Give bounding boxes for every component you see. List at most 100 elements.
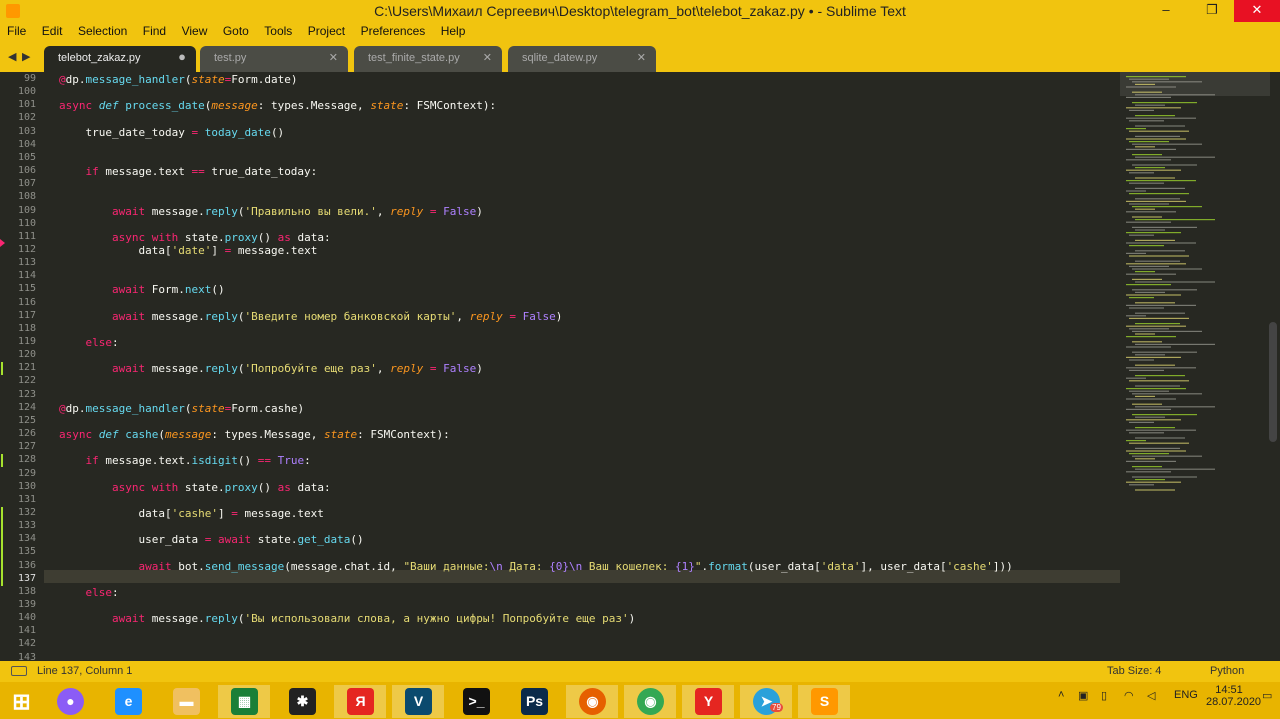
code-line[interactable]: await message.reply('Введите номер банко…: [59, 310, 562, 323]
menu-view[interactable]: View: [182, 22, 208, 38]
code-line[interactable]: user_data = await state.get_data(): [59, 533, 363, 546]
menu-project[interactable]: Project: [308, 22, 345, 38]
code-editor[interactable]: 99 100 101 102 103 104 105 106 107 108 109 110 111 11…: [0, 72, 1280, 661]
restore-button[interactable]: ❐: [1192, 0, 1232, 22]
tab-size-indicator[interactable]: Tab Size: 4: [1107, 665, 1161, 677]
alice-assistant-taskbar-button[interactable]: ●: [44, 685, 96, 718]
menu-goto[interactable]: Goto: [223, 22, 249, 38]
tab-forward-icon[interactable]: ▶: [22, 50, 30, 63]
code-line[interactable]: async with state.proxy() as data:: [59, 231, 331, 244]
line-number: 138: [17, 585, 36, 597]
line-number: 107: [17, 178, 36, 190]
tab-test-finite-state[interactable]: test_finite_state.py ✕: [354, 46, 502, 72]
yandex-taskbar-button[interactable]: Y: [682, 685, 734, 718]
code-line[interactable]: else:: [59, 336, 119, 349]
code-line[interactable]: await message.reply('Правильно вы вели.'…: [59, 205, 483, 218]
code-line[interactable]: async def cashe(message: types.Message, …: [59, 428, 450, 441]
firefox-taskbar-button[interactable]: ◉: [566, 685, 618, 718]
line-number: 143: [17, 651, 36, 661]
line-number: 105: [17, 151, 36, 163]
line-number: 103: [17, 125, 36, 137]
photoshop-icon: Ps: [521, 688, 548, 715]
tray-battery-icon[interactable]: ▯: [1101, 689, 1107, 702]
panel-toggle-icon[interactable]: [11, 666, 27, 676]
tray-volume-icon[interactable]: ◁: [1147, 689, 1155, 702]
line-number: 142: [17, 638, 36, 650]
code-line[interactable]: true_date_today = today_date(): [59, 126, 284, 139]
telegram-unread-badge: 79: [770, 703, 783, 712]
line-number: 116: [17, 296, 36, 308]
yandex-browser-icon: Я: [347, 688, 374, 715]
code-line[interactable]: @dp.message_handler(state=Form.cashe): [59, 402, 304, 415]
line-number: 123: [17, 388, 36, 400]
command-prompt-taskbar-button[interactable]: >_: [450, 685, 502, 718]
code-line[interactable]: await bot.send_message(message.chat.id, …: [59, 560, 1012, 573]
tray-network-alert-icon[interactable]: ▣: [1078, 689, 1088, 702]
close-button[interactable]: ✕: [1234, 0, 1280, 22]
line-number: 133: [17, 520, 36, 532]
code-area[interactable]: @dp.message_handler(state=Form.date)asyn…: [59, 72, 1119, 661]
line-number: 122: [17, 375, 36, 387]
menu-tools[interactable]: Tools: [264, 22, 292, 38]
vs-app-taskbar-button[interactable]: V: [392, 685, 444, 718]
code-line[interactable]: if message.text.isdigit() == True:: [59, 454, 311, 467]
cursor-position: Line 137, Column 1: [37, 665, 133, 677]
code-line[interactable]: await message.reply('Вы использовали сло…: [59, 612, 635, 625]
syntax-indicator[interactable]: Python: [1210, 665, 1244, 677]
minimap-preview: [1120, 72, 1270, 491]
internet-explorer-taskbar-button[interactable]: e: [102, 685, 154, 718]
code-line[interactable]: async with state.proxy() as data:: [59, 481, 331, 494]
file-explorer-taskbar-button[interactable]: ▬: [160, 685, 212, 718]
code-line[interactable]: await message.reply('Попробуйте еще раз'…: [59, 362, 483, 375]
game-app-taskbar-button[interactable]: ✱: [276, 685, 328, 718]
menu-bar: File Edit Selection Find View Goto Tools…: [0, 22, 1280, 40]
tray-chevron-icon[interactable]: ˄: [1058, 689, 1064, 701]
code-line[interactable]: await Form.next(): [59, 283, 225, 296]
menu-help[interactable]: Help: [441, 22, 466, 38]
line-number: 137: [17, 572, 36, 584]
tab-test[interactable]: test.py ✕: [200, 46, 348, 72]
menu-file[interactable]: File: [7, 22, 26, 38]
line-number: 135: [17, 546, 36, 558]
tab-back-icon[interactable]: ◀: [8, 50, 16, 63]
minimap[interactable]: [1120, 72, 1270, 661]
line-number: 115: [17, 283, 36, 295]
code-line[interactable]: data['cashe'] = message.text: [59, 507, 323, 520]
tray-wifi-icon[interactable]: ◠: [1124, 689, 1134, 702]
tab-close-icon[interactable]: ✕: [483, 51, 492, 64]
line-number: 112: [17, 243, 36, 255]
menu-edit[interactable]: Edit: [42, 22, 63, 38]
language-indicator[interactable]: ENG: [1174, 689, 1198, 701]
sublime-text-taskbar-button[interactable]: S: [798, 685, 850, 718]
tab-close-icon[interactable]: ✕: [637, 51, 646, 64]
code-line[interactable]: else:: [59, 586, 119, 599]
photoshop-taskbar-button[interactable]: Ps: [508, 685, 560, 718]
tab-telebot-zakaz[interactable]: telebot_zakaz.py ●: [44, 46, 196, 72]
telegram-taskbar-button[interactable]: ➤ 79: [740, 685, 792, 718]
line-number-gutter: 99 100 101 102 103 104 105 106 107 108 109 110 111 11…: [0, 72, 44, 661]
scrollbar-thumb[interactable]: [1269, 322, 1277, 442]
line-number: 117: [17, 309, 36, 321]
code-line[interactable]: data['date'] = message.text: [59, 244, 317, 257]
modified-line-marker: [1, 520, 3, 534]
menu-selection[interactable]: Selection: [78, 22, 127, 38]
menu-preferences[interactable]: Preferences: [361, 22, 426, 38]
menu-find[interactable]: Find: [143, 22, 166, 38]
line-number: 132: [17, 506, 36, 518]
yandex-browser-taskbar-button[interactable]: Я: [334, 685, 386, 718]
unsaved-dot-icon[interactable]: ●: [178, 49, 186, 64]
notifications-icon[interactable]: ▭: [1262, 689, 1272, 702]
code-line[interactable]: @dp.message_handler(state=Form.date): [59, 73, 297, 86]
vertical-scrollbar[interactable]: [1268, 72, 1278, 661]
modified-line-marker: [1, 533, 3, 547]
code-line[interactable]: if message.text == true_date_today:: [59, 165, 318, 178]
store-taskbar-button[interactable]: ▦: [218, 685, 270, 718]
tray-clock[interactable]: 14:51 28.07.2020: [1206, 684, 1261, 708]
clock-time: 14:51: [1215, 684, 1243, 696]
tab-sqlite-datew[interactable]: sqlite_datew.py ✕: [508, 46, 656, 72]
modified-line-marker: [1, 454, 3, 468]
tab-close-icon[interactable]: ✕: [329, 51, 338, 64]
code-line[interactable]: async def process_date(message: types.Me…: [59, 99, 496, 112]
chrome-taskbar-button[interactable]: ◉: [624, 685, 676, 718]
minimize-button[interactable]: –: [1146, 0, 1186, 22]
